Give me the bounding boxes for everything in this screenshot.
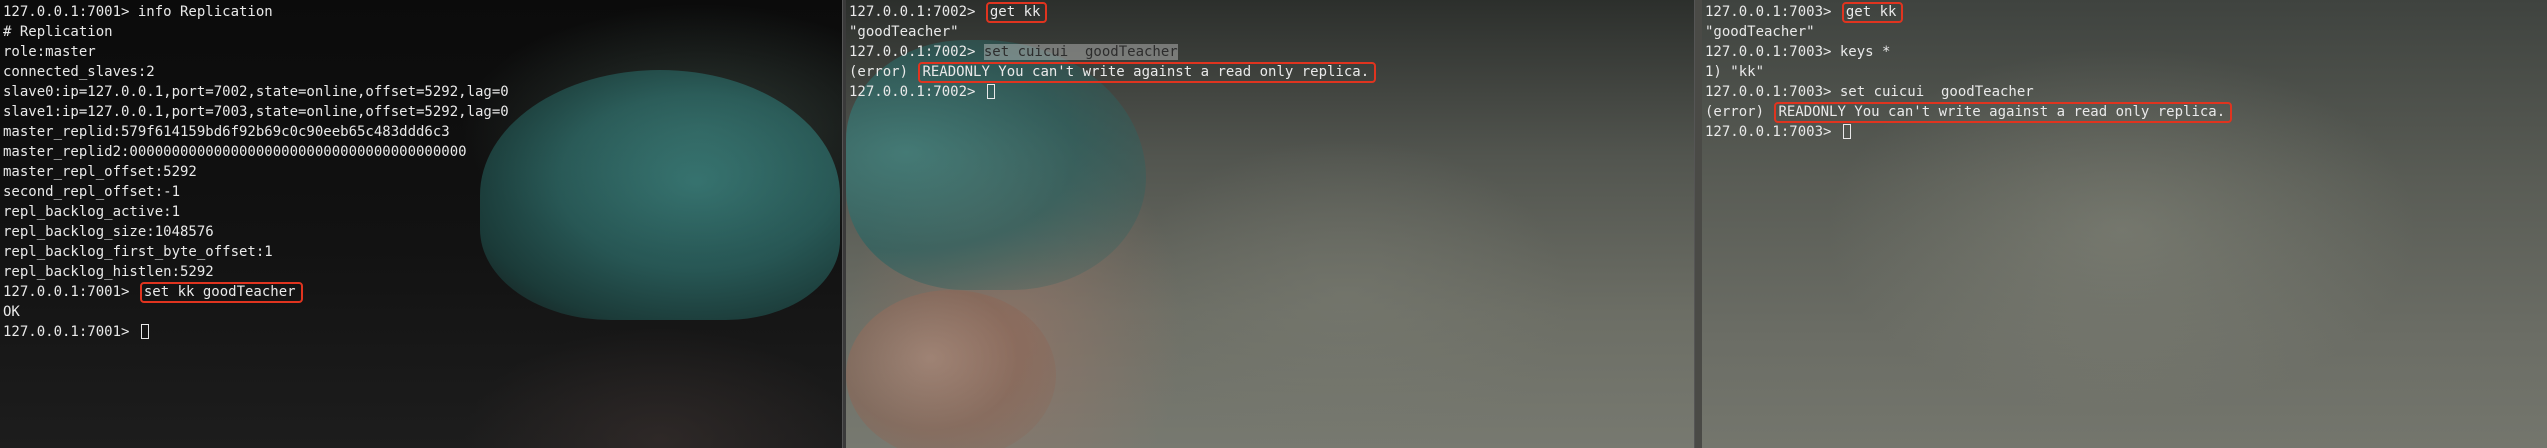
error-prefix: (error) — [849, 64, 917, 80]
terminal-command-line: 127.0.0.1:7002> set cuicui goodTeacher — [849, 42, 1694, 62]
highlighted-command: set kk goodTeacher — [139, 282, 303, 303]
terminal-result: 1) "kk" — [1705, 64, 1765, 80]
terminal-line: slave1:ip=127.0.0.1,port=7003,state=onli… — [3, 104, 509, 120]
terminal-command-line: 127.0.0.1:7003> keys * — [1705, 42, 2547, 62]
prompt: 127.0.0.1:7003> — [1705, 124, 1840, 140]
terminal-error-line: (error) READONLY You can't write against… — [1705, 102, 2547, 123]
terminal-command-line: 127.0.0.1:7002> get kk — [849, 2, 1694, 23]
prompt: 127.0.0.1:7002> — [849, 84, 984, 100]
text-cursor — [986, 84, 995, 99]
prompt: 127.0.0.1:7002> — [849, 44, 984, 60]
terminal-line: repl_backlog_first_byte_offset:1 — [3, 244, 273, 260]
terminal-line: slave0:ip=127.0.0.1,port=7002,state=onli… — [3, 84, 509, 100]
prompt: 127.0.0.1:7002> — [849, 4, 984, 20]
prompt: 127.0.0.1:7003> — [1705, 84, 1840, 100]
text-cursor — [140, 324, 149, 339]
terminal-command-line: 127.0.0.1:7003> set cuicui goodTeacher — [1705, 82, 2547, 102]
terminal-pane-master[interactable]: 127.0.0.1:7001> info Replication # Repli… — [0, 0, 842, 448]
terminal-line: 127.0.0.1:7001> info Replication — [3, 4, 273, 20]
highlighted-command: get kk — [985, 2, 1048, 23]
terminal-line: repl_backlog_histlen:5292 — [3, 264, 214, 280]
pane-divider[interactable] — [1694, 0, 1702, 448]
terminal-result: "goodTeacher" — [849, 24, 959, 40]
terminal-command-line: 127.0.0.1:7001> set kk goodTeacher — [3, 282, 842, 303]
terminal-line: master_replid2:0000000000000000000000000… — [3, 144, 467, 160]
prompt: 127.0.0.1:7001> — [3, 284, 138, 300]
terminal-line: role:master — [3, 44, 96, 60]
terminal-input-line[interactable]: 127.0.0.1:7002> — [849, 82, 1694, 102]
text-cursor — [1842, 124, 1851, 139]
terminal-line: connected_slaves:2 — [3, 64, 155, 80]
terminal-line: # Replication — [3, 24, 113, 40]
terminal-input-line[interactable]: 127.0.0.1:7001> — [3, 322, 842, 342]
highlighted-error-message: READONLY You can't write against a read … — [1774, 102, 2233, 123]
terminal-line: repl_backlog_size:1048576 — [3, 224, 214, 240]
terminal-line: master_replid:579f614159bd6f92b69c0c90ee… — [3, 124, 450, 140]
terminal-result: OK — [3, 304, 20, 320]
terminal-pane-replica-7002[interactable]: 127.0.0.1:7002> get kk "goodTeacher" 127… — [846, 0, 1694, 448]
prompt: 127.0.0.1:7003> — [1705, 44, 1840, 60]
highlighted-error-message: READONLY You can't write against a read … — [918, 62, 1377, 83]
selected-command: set cuicui goodTeacher — [983, 44, 1178, 60]
prompt: 127.0.0.1:7001> — [3, 324, 138, 340]
command: set cuicui goodTeacher — [1839, 84, 2034, 100]
terminal-pane-replica-7003[interactable]: 127.0.0.1:7003> get kk "goodTeacher" 127… — [1702, 0, 2547, 448]
terminal-result: "goodTeacher" — [1705, 24, 1815, 40]
prompt: 127.0.0.1:7003> — [1705, 4, 1840, 20]
terminal-line: second_repl_offset:-1 — [3, 184, 181, 200]
terminal-input-line[interactable]: 127.0.0.1:7003> — [1705, 122, 2547, 142]
error-prefix: (error) — [1705, 104, 1773, 120]
highlighted-command: get kk — [1841, 2, 1904, 23]
background-photo-face — [846, 290, 1056, 448]
terminal-error-line: (error) READONLY You can't write against… — [849, 62, 1694, 83]
terminal-command-line: 127.0.0.1:7003> get kk — [1705, 2, 2547, 23]
command: keys * — [1839, 44, 1891, 60]
terminal-line: repl_backlog_active:1 — [3, 204, 181, 220]
terminal-line: master_repl_offset:5292 — [3, 164, 197, 180]
